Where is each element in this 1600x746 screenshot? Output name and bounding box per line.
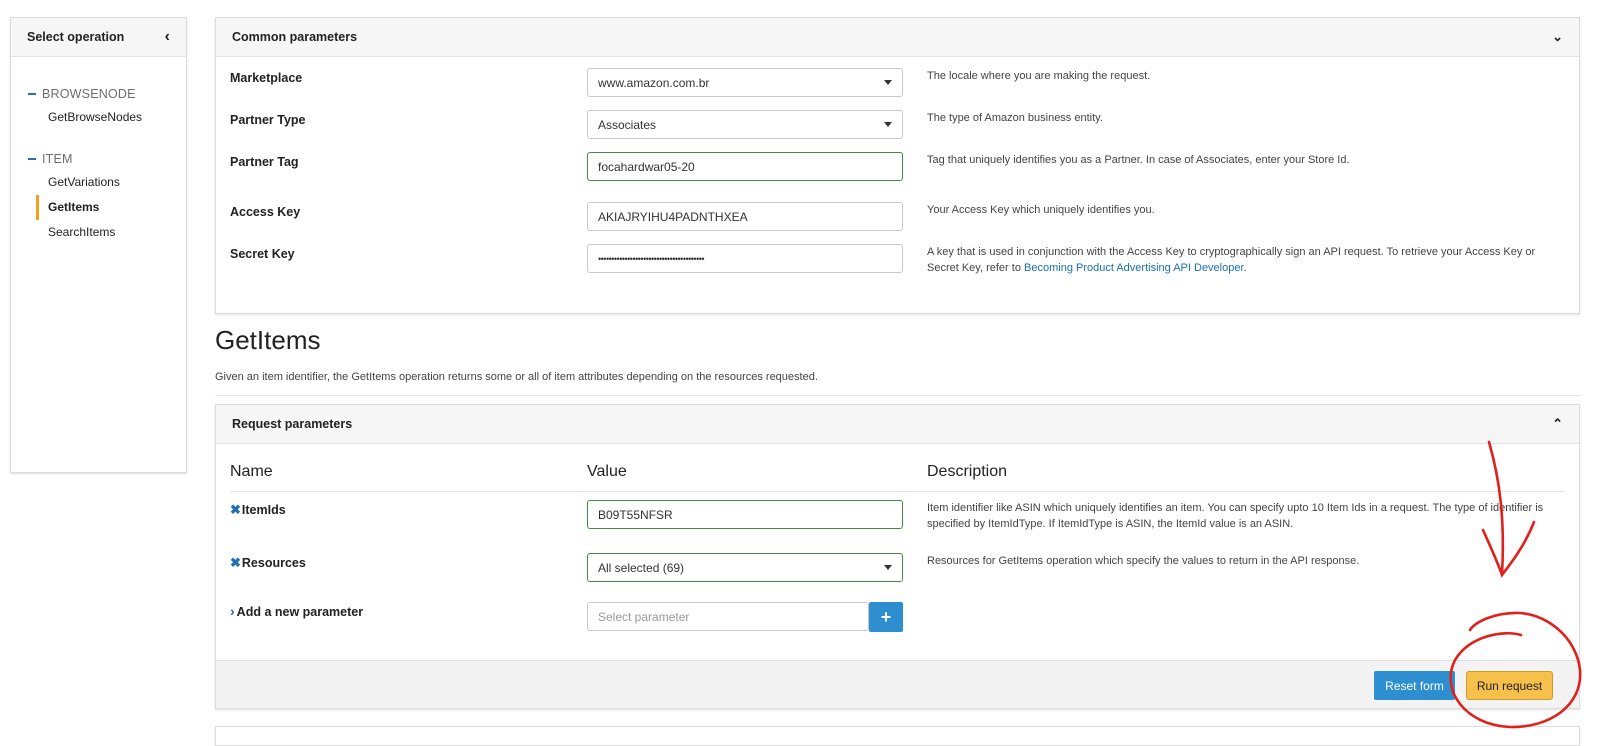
section-title-browsenode: BROWSENODE — [42, 87, 136, 101]
resources-select[interactable]: All selected (69) — [587, 553, 903, 582]
partner-type-select[interactable]: Associates — [587, 110, 903, 139]
resources-label: Resources — [241, 556, 306, 570]
chevron-up-icon[interactable]: ⌃ — [1552, 416, 1563, 432]
sidebar-title: Select operation — [27, 30, 125, 44]
sidebar-item-getitems[interactable]: GetItems — [11, 195, 186, 220]
remove-icon[interactable]: ✖ — [230, 502, 241, 517]
partner-tag-input[interactable]: focahardwar05-20 — [587, 152, 903, 181]
request-parameters-header[interactable]: Request parameters ⌃ — [216, 405, 1579, 444]
developer-guide-link[interactable]: Becoming Product Advertising API Develop… — [1024, 262, 1244, 274]
marketplace-description: The locale where you are making the requ… — [927, 70, 1151, 82]
itemids-label: ItemIds — [241, 503, 286, 517]
itemids-input[interactable]: B09T55NFSR — [587, 500, 903, 529]
chevron-right-icon[interactable]: › — [230, 603, 235, 619]
sidebar-header: Select operation ‹ — [11, 18, 186, 57]
column-header-value: Value — [587, 463, 627, 480]
sidebar-item-searchitems[interactable]: SearchItems — [11, 220, 186, 245]
chevron-down-icon[interactable]: ⌄ — [1552, 29, 1563, 45]
run-request-button[interactable]: Run request — [1466, 671, 1553, 700]
add-parameter-button[interactable]: + — [869, 602, 903, 632]
access-key-label: Access Key — [230, 205, 301, 219]
request-parameters-panel: Request parameters ⌃ Name Value Descript… — [215, 404, 1580, 709]
partner-type-description: The type of Amazon business entity. — [927, 112, 1103, 124]
sidebar-item-getbrowsenodes[interactable]: GetBrowseNodes — [11, 105, 186, 130]
chevron-left-icon[interactable]: ‹ — [165, 29, 170, 45]
secret-key-label: Secret Key — [230, 247, 295, 261]
select-parameter-input[interactable]: Select parameter — [587, 602, 869, 631]
secret-key-description: A key that is used in conjunction with t… — [927, 246, 1536, 274]
operation-description: Given an item identifier, the GetItems o… — [215, 371, 818, 383]
column-header-description: Description — [927, 463, 1008, 480]
operation-sidebar: Select operation ‹ BROWSENODE GetBrowseN… — [10, 17, 187, 473]
section-title-item: ITEM — [42, 152, 73, 166]
itemids-description: Item identifier like ASIN which uniquely… — [927, 502, 1544, 530]
section-item: ITEM GetVariations GetItems SearchItems — [11, 152, 186, 245]
column-header-name: Name — [230, 463, 273, 480]
minus-icon[interactable] — [28, 158, 36, 160]
resources-description: Resources for GetItems operation which s… — [927, 555, 1360, 567]
marketplace-label: Marketplace — [230, 71, 303, 85]
caret-down-icon — [884, 80, 892, 85]
add-parameter-label: Add a new parameter — [236, 605, 364, 619]
divider — [215, 395, 1580, 396]
common-parameters-panel: Common parameters ⌄ Marketplace www.amaz… — [215, 17, 1580, 314]
partner-type-label: Partner Type — [230, 113, 306, 127]
common-parameters-header[interactable]: Common parameters ⌄ — [216, 18, 1579, 57]
access-key-input[interactable]: AKIAJRYIHU4PADNTHXEA — [587, 202, 903, 231]
caret-down-icon — [884, 122, 892, 127]
request-footer: Reset form Run request — [216, 660, 1579, 708]
page-title: GetItems — [215, 325, 321, 355]
caret-down-icon — [884, 565, 892, 570]
section-browsenode: BROWSENODE GetBrowseNodes — [11, 87, 186, 130]
marketplace-select[interactable]: www.amazon.com.br — [587, 68, 903, 97]
minus-icon[interactable] — [28, 93, 36, 95]
header-divider — [230, 491, 1565, 492]
sidebar-item-getvariations[interactable]: GetVariations — [11, 170, 186, 195]
plus-icon: + — [880, 606, 892, 627]
reset-form-button[interactable]: Reset form — [1374, 671, 1455, 700]
remove-icon[interactable]: ✖ — [230, 555, 241, 570]
partner-tag-description: Tag that uniquely identifies you as a Pa… — [927, 154, 1350, 166]
response-panel — [215, 726, 1580, 746]
partner-tag-label: Partner Tag — [230, 155, 299, 169]
access-key-description: Your Access Key which uniquely identifie… — [927, 204, 1155, 216]
common-parameters-title: Common parameters — [232, 30, 358, 44]
request-parameters-title: Request parameters — [232, 417, 353, 431]
secret-key-input[interactable]: •••••••••••••••••••••••••••••••••••••••• — [587, 244, 903, 273]
